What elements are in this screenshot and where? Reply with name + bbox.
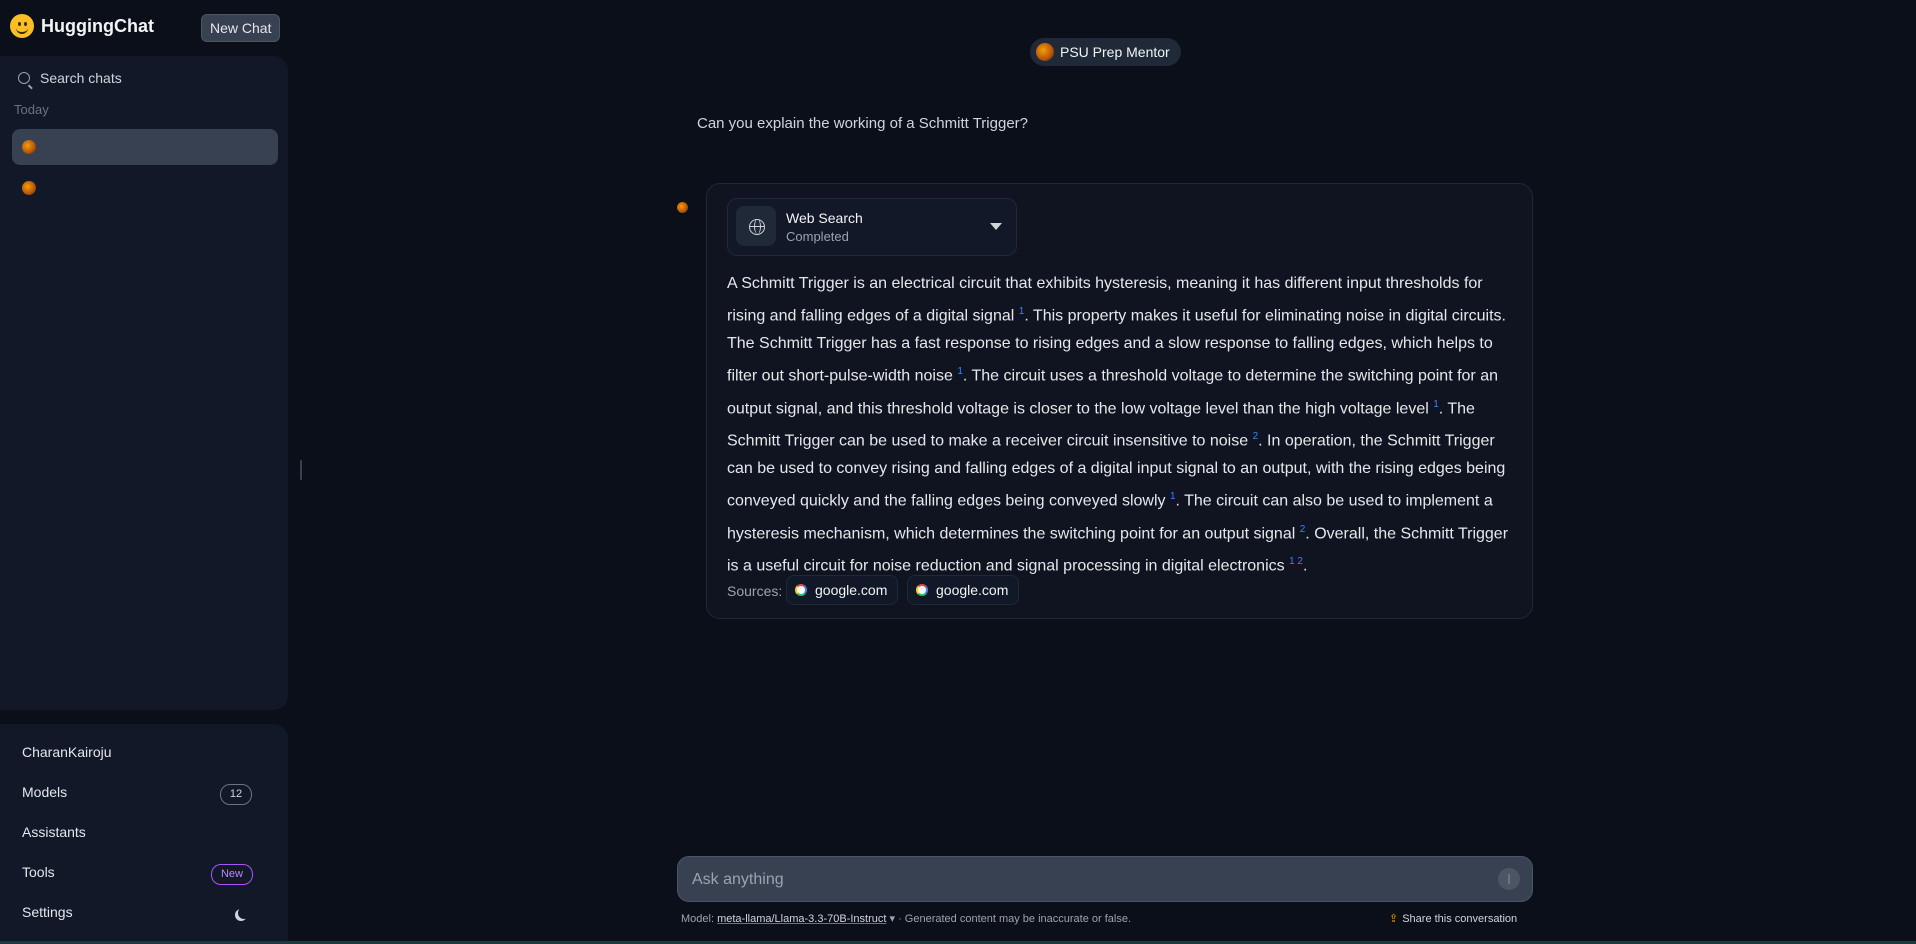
disclaimer-text: · Generated content may be inaccurate or… [895,913,1132,925]
assistant-pill[interactable]: PSU Prep Mentor [1030,38,1181,66]
bot-avatar-icon [677,202,688,213]
search-chats-label: Search chats [40,70,122,86]
tools-label: Tools [22,864,55,880]
source-domain: google.com [815,582,888,598]
assistant-name: PSU Prep Mentor [1060,44,1170,60]
models-link[interactable]: Models 12 [22,784,272,805]
web-search-status: Completed [786,229,849,244]
google-icon [916,584,928,596]
assistant-avatar-icon [1036,43,1054,61]
answer-text-segment: . [1302,557,1308,575]
web-search-title: Web Search [786,210,863,226]
chat-input[interactable] [690,857,1454,903]
model-dropdown-caret-icon[interactable]: ▾ [886,913,895,925]
share-label: Share this conversation [1402,913,1518,925]
sources-label: Sources: [727,583,783,599]
search-icon [18,72,30,84]
assistant-message: Web Search Completed A Schmitt Trigger i… [706,183,1533,619]
assistant-answer-text: A Schmitt Trigger is an electrical circu… [727,270,1517,580]
sidebar: HuggingChat New Chat Search chats Today … [0,0,290,944]
assistants-link[interactable]: Assistants [22,824,86,840]
chat-item[interactable] [12,170,278,206]
section-today-label: Today [14,102,49,117]
globe-icon-box [736,206,776,246]
send-arrow-icon[interactable] [1498,868,1520,890]
google-icon [795,584,807,596]
search-chats-button[interactable]: Search chats [18,70,122,86]
citation-link[interactable]: 1 2 [1289,556,1303,567]
share-icon: ⇪ [1389,913,1399,925]
theme-toggle-moon-icon[interactable] [238,907,250,919]
huggingchat-logo-icon[interactable] [10,14,34,38]
tools-link[interactable]: Tools New [22,864,272,885]
sidebar-resize-handle[interactable] [300,460,302,480]
settings-label: Settings [22,904,73,920]
source-domain: google.com [936,582,1009,598]
sidebar-header: HuggingChat New Chat [8,12,284,42]
globe-icon [749,219,765,235]
composer-footer: Model: meta-llama/Llama-3.3-70B-Instruct… [681,912,1131,925]
brand-title[interactable]: HuggingChat [41,16,154,37]
source-link[interactable]: google.com [907,575,1020,605]
sidebar-footer: CharanKairoju Models 12 Assistants Tools… [0,724,288,944]
chat-input-box [677,856,1533,903]
assistant-avatar-icon [22,140,36,154]
user-profile-link[interactable]: CharanKairoju [22,744,112,760]
chevron-down-icon[interactable] [990,223,1002,230]
assistant-avatar-icon [22,181,36,195]
source-link[interactable]: google.com [786,575,899,605]
model-prefix: Model: [681,913,715,925]
user-message: Can you explain the working of a Schmitt… [697,115,1029,132]
models-label: Models [22,784,68,800]
tools-new-badge: New [211,864,253,885]
settings-link[interactable]: Settings [22,904,272,920]
model-selector[interactable]: meta-llama/Llama-3.3-70B-Instruct [717,913,886,925]
chat-item-active[interactable] [12,129,278,165]
new-chat-button[interactable]: New Chat [201,14,281,42]
share-conversation-button[interactable]: ⇪ Share this conversation [1389,912,1517,925]
models-count-badge: 12 [220,784,252,805]
chat-history-panel: Search chats Today [0,56,288,710]
web-search-panel[interactable]: Web Search Completed [727,198,1017,256]
